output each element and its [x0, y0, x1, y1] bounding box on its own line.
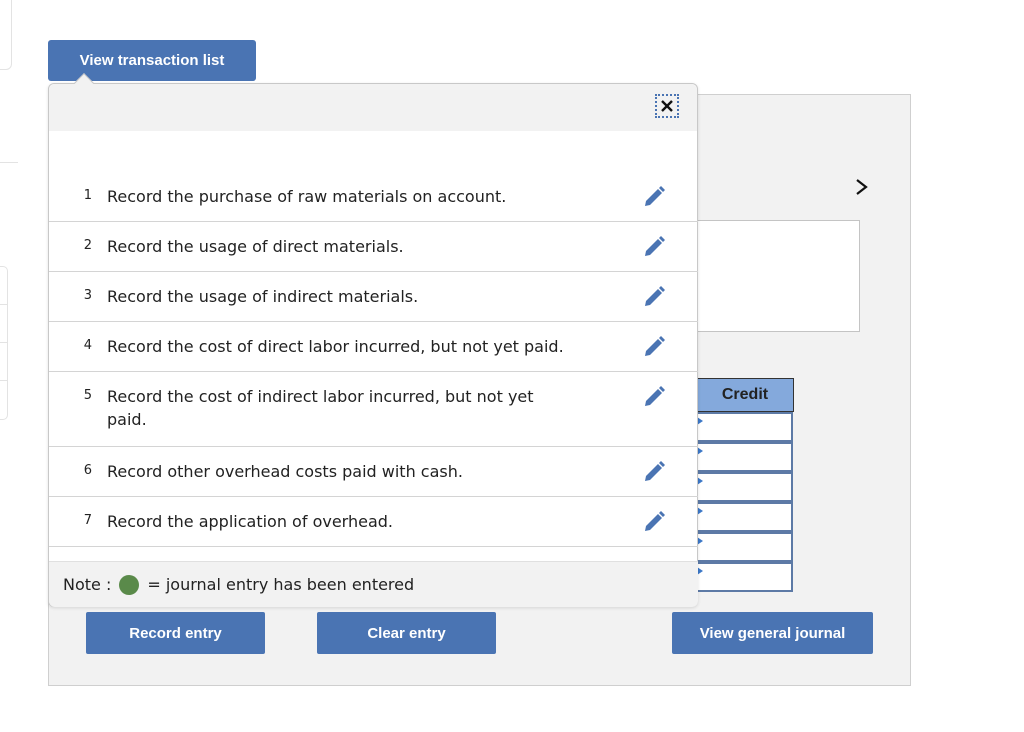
next-transaction-button[interactable] — [850, 174, 874, 200]
pencil-icon[interactable] — [642, 285, 666, 309]
transaction-number: 1 — [83, 188, 92, 203]
transaction-number: 4 — [83, 338, 92, 353]
credit-column — [697, 412, 793, 592]
entered-status-dot-icon — [119, 574, 140, 595]
credit-input[interactable] — [697, 532, 793, 562]
transaction-description: Record other overhead costs paid with ca… — [107, 462, 463, 481]
credit-column-header: Credit — [697, 378, 794, 412]
transaction-row[interactable]: 6 Record other overhead costs paid with … — [49, 447, 698, 497]
transaction-row[interactable]: 7 Record the application of overhead. — [49, 497, 698, 547]
credit-input[interactable] — [697, 412, 793, 442]
transaction-row[interactable]: 3 Record the usage of indirect materials… — [49, 272, 698, 322]
pencil-icon[interactable] — [642, 510, 666, 534]
pencil-icon[interactable] — [642, 385, 666, 409]
transaction-row[interactable]: 1 Record the purchase of raw materials o… — [49, 172, 698, 222]
transaction-number: 2 — [83, 238, 92, 253]
legend-note: Note : = journal entry has been entered — [49, 561, 698, 607]
view-general-journal-button[interactable]: View general journal — [672, 612, 873, 654]
background-list-fragment — [0, 266, 8, 420]
chevron-right-icon — [856, 179, 868, 195]
note-text: = journal entry has been entered — [147, 575, 415, 594]
transaction-list-popup: 1 Record the purchase of raw materials o… — [48, 73, 698, 607]
transaction-description-box — [690, 220, 860, 332]
clear-entry-button[interactable]: Clear entry — [317, 612, 496, 654]
credit-input[interactable] — [697, 562, 793, 592]
transaction-list: 1 Record the purchase of raw materials o… — [49, 172, 698, 547]
transaction-description: Record the purchase of raw materials on … — [107, 187, 507, 206]
close-icon — [661, 100, 673, 112]
transaction-number: 7 — [83, 513, 92, 528]
note-prefix: Note : — [63, 575, 112, 594]
pencil-icon[interactable] — [642, 335, 666, 359]
transaction-number: 3 — [83, 288, 92, 303]
transaction-description: Record the application of overhead. — [107, 512, 393, 531]
transaction-description: Record the usage of direct materials. — [107, 237, 404, 256]
popup-header — [49, 84, 697, 131]
pencil-icon[interactable] — [642, 185, 666, 209]
transaction-number: 5 — [83, 388, 92, 403]
transaction-description: Record the cost of indirect labor incurr… — [107, 387, 534, 429]
background-divider — [0, 162, 18, 163]
credit-input[interactable] — [697, 502, 793, 532]
transaction-description: Record the cost of direct labor incurred… — [107, 337, 564, 356]
transaction-row[interactable]: 5 Record the cost of indirect labor incu… — [49, 372, 698, 447]
background-panel-fragment — [0, 0, 12, 70]
close-button[interactable] — [655, 94, 679, 118]
pencil-icon[interactable] — [642, 460, 666, 484]
record-entry-button[interactable]: Record entry — [86, 612, 265, 654]
credit-input[interactable] — [697, 472, 793, 502]
transaction-number: 6 — [83, 463, 92, 478]
credit-input[interactable] — [697, 442, 793, 472]
view-transaction-list-button[interactable]: View transaction list — [48, 40, 256, 81]
transaction-row[interactable]: 2 Record the usage of direct materials. — [49, 222, 698, 272]
pencil-icon[interactable] — [642, 235, 666, 259]
transaction-row[interactable]: 4 Record the cost of direct labor incurr… — [49, 322, 698, 372]
transaction-description: Record the usage of indirect materials. — [107, 287, 419, 306]
